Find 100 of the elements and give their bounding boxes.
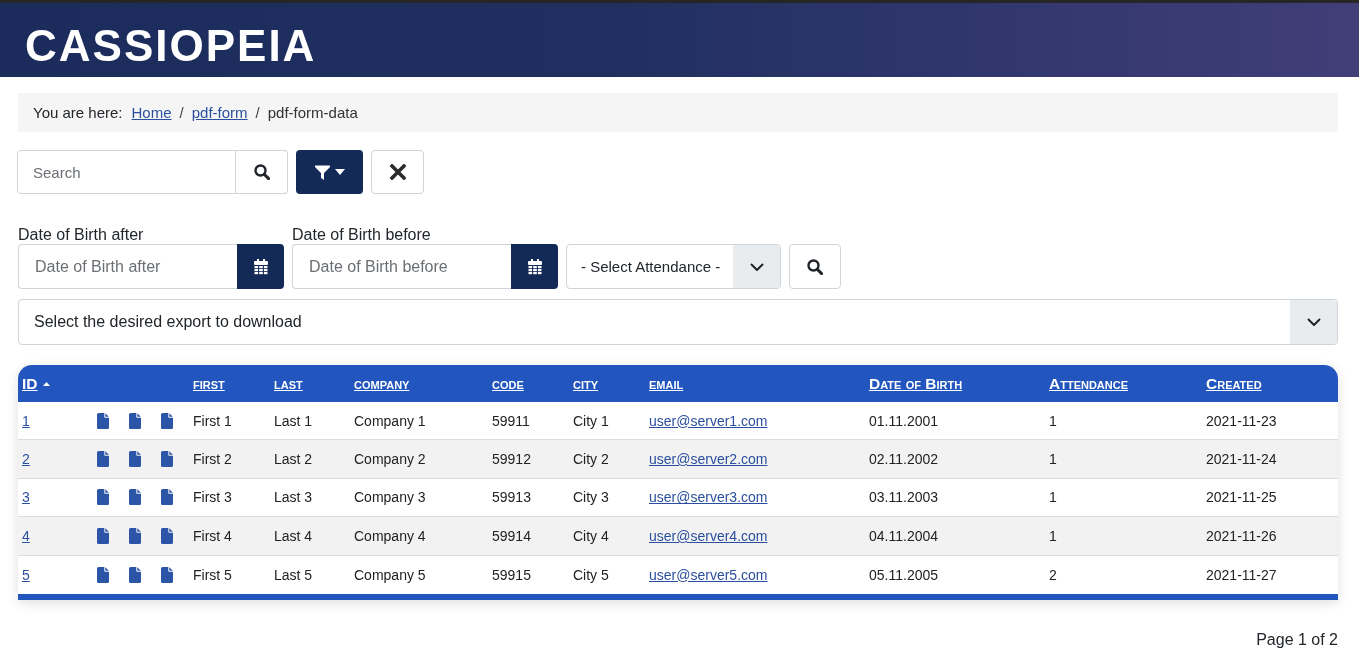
email-link[interactable]: user@server3.com — [649, 489, 768, 506]
file-icon[interactable] — [129, 527, 141, 544]
file-icon[interactable] — [129, 412, 141, 429]
search-button[interactable] — [789, 244, 841, 289]
table-cell: 05.11.2005 — [869, 566, 939, 583]
email-link[interactable]: user@server4.com — [649, 527, 768, 544]
table-cell: 59912 — [492, 451, 531, 468]
table-cell: Last 3 — [274, 489, 313, 506]
table-cell: Company 1 — [354, 412, 426, 429]
row-id-link[interactable]: 4 — [22, 527, 30, 544]
row-id-link[interactable]: 5 — [22, 566, 30, 583]
field-label: Date of Birth after — [18, 226, 144, 244]
file-icon[interactable] — [161, 489, 173, 506]
table-cell: First 2 — [193, 451, 232, 468]
table-cell: 1 — [1049, 527, 1057, 544]
table-cell: Company 3 — [354, 489, 426, 506]
clear-button[interactable] — [371, 150, 424, 194]
table-cell: 59913 — [492, 489, 531, 506]
chevron-down-icon — [733, 245, 780, 288]
table-cell: 03.11.2003 — [869, 489, 939, 506]
file-icon[interactable] — [129, 566, 141, 583]
breadcrumb-label: You are here: — [33, 104, 123, 121]
search-field[interactable]: Search — [17, 150, 236, 194]
file-icon[interactable] — [97, 451, 109, 468]
search-icon — [807, 258, 823, 275]
file-icon[interactable] — [161, 412, 173, 429]
table-cell: City 2 — [573, 451, 609, 468]
column-header[interactable]: first — [193, 374, 225, 393]
table-cell: First 3 — [193, 489, 232, 506]
file-icon[interactable] — [161, 527, 173, 544]
attendance-select[interactable]: - Select Attendance - — [566, 244, 781, 289]
table-cell: First 1 — [193, 412, 232, 429]
file-icon[interactable] — [129, 451, 141, 468]
close-icon — [389, 164, 406, 180]
column-header[interactable]: ID — [22, 374, 38, 393]
table-cell: 2 — [1049, 566, 1057, 583]
date-field[interactable]: Date of Birth before — [292, 244, 511, 289]
email-link[interactable]: user@server1.com — [649, 412, 768, 429]
date-field[interactable]: Date of Birth after — [18, 244, 237, 289]
table-cell: 02.11.2002 — [869, 451, 939, 468]
table-cell: 59915 — [492, 566, 531, 583]
row-id-link[interactable]: 2 — [22, 451, 30, 468]
table-cell: City 5 — [573, 566, 609, 583]
table-cell: Last 4 — [274, 527, 313, 544]
column-header[interactable]: email — [649, 374, 684, 393]
file-icon[interactable] — [97, 527, 109, 544]
page-indicator: Page 1 of 2 — [1256, 630, 1338, 649]
calendar-button[interactable] — [237, 244, 284, 289]
table-cell: First 5 — [193, 566, 232, 583]
table-cell: Last 5 — [274, 566, 313, 583]
column-header[interactable]: code — [492, 374, 524, 393]
table-cell: 2021-11-24 — [1206, 451, 1277, 468]
calendar-button[interactable] — [511, 244, 558, 289]
table-cell: 1 — [1049, 451, 1057, 468]
row-id-link[interactable]: 1 — [22, 412, 30, 429]
table-cell: City 1 — [573, 412, 609, 429]
site-logo[interactable]: CASSIOPEIA — [25, 24, 317, 68]
table-cell: 59914 — [492, 527, 531, 544]
table-cell: 1 — [1049, 489, 1057, 506]
breadcrumb-separator: / — [255, 104, 260, 121]
table-cell: 59911 — [492, 412, 530, 429]
column-header[interactable]: Created — [1206, 374, 1262, 393]
column-header[interactable]: city — [573, 374, 599, 393]
search-button[interactable] — [236, 150, 288, 194]
field-label: Date of Birth before — [292, 226, 431, 244]
table-cell: First 4 — [193, 527, 232, 544]
table-cell: 2021-11-25 — [1206, 489, 1277, 506]
table-cell: 2021-11-27 — [1206, 566, 1277, 583]
export-select[interactable]: Select the desired export to download — [18, 299, 1338, 345]
table-cell: Company 4 — [354, 527, 426, 544]
file-icon[interactable] — [129, 489, 141, 506]
table-cell: City 4 — [573, 527, 609, 544]
column-header[interactable]: Attendance — [1049, 374, 1129, 393]
table-cell: Last 1 — [274, 412, 313, 429]
file-icon[interactable] — [161, 566, 173, 583]
file-icon[interactable] — [97, 489, 109, 506]
calendar-icon — [527, 258, 542, 275]
search-icon — [253, 164, 270, 180]
breadcrumb-current: pdf-form-data — [267, 104, 358, 121]
breadcrumb-link[interactable]: Home — [131, 104, 172, 121]
table-cell: 2021-11-23 — [1206, 412, 1277, 429]
chevron-down-icon — [1290, 300, 1337, 344]
table-cell: 2021-11-26 — [1206, 527, 1277, 544]
funnel-icon — [314, 164, 330, 180]
calendar-icon — [253, 258, 268, 275]
column-header[interactable]: company — [354, 374, 410, 393]
file-icon[interactable] — [161, 451, 173, 468]
row-id-link[interactable]: 3 — [22, 489, 30, 506]
table-cell: 01.11.2001 — [869, 412, 939, 429]
breadcrumb-link[interactable]: pdf-form — [191, 104, 248, 121]
file-icon[interactable] — [97, 566, 109, 583]
column-header[interactable]: Date of Birth — [869, 374, 963, 393]
file-icon[interactable] — [97, 412, 109, 429]
email-link[interactable]: user@server5.com — [649, 566, 768, 583]
column-header[interactable]: last — [274, 374, 303, 393]
breadcrumb-separator: / — [179, 104, 184, 121]
table-cell: City 3 — [573, 489, 609, 506]
table-cell: 1 — [1049, 412, 1057, 429]
filter-button[interactable] — [296, 150, 363, 194]
email-link[interactable]: user@server2.com — [649, 451, 768, 468]
